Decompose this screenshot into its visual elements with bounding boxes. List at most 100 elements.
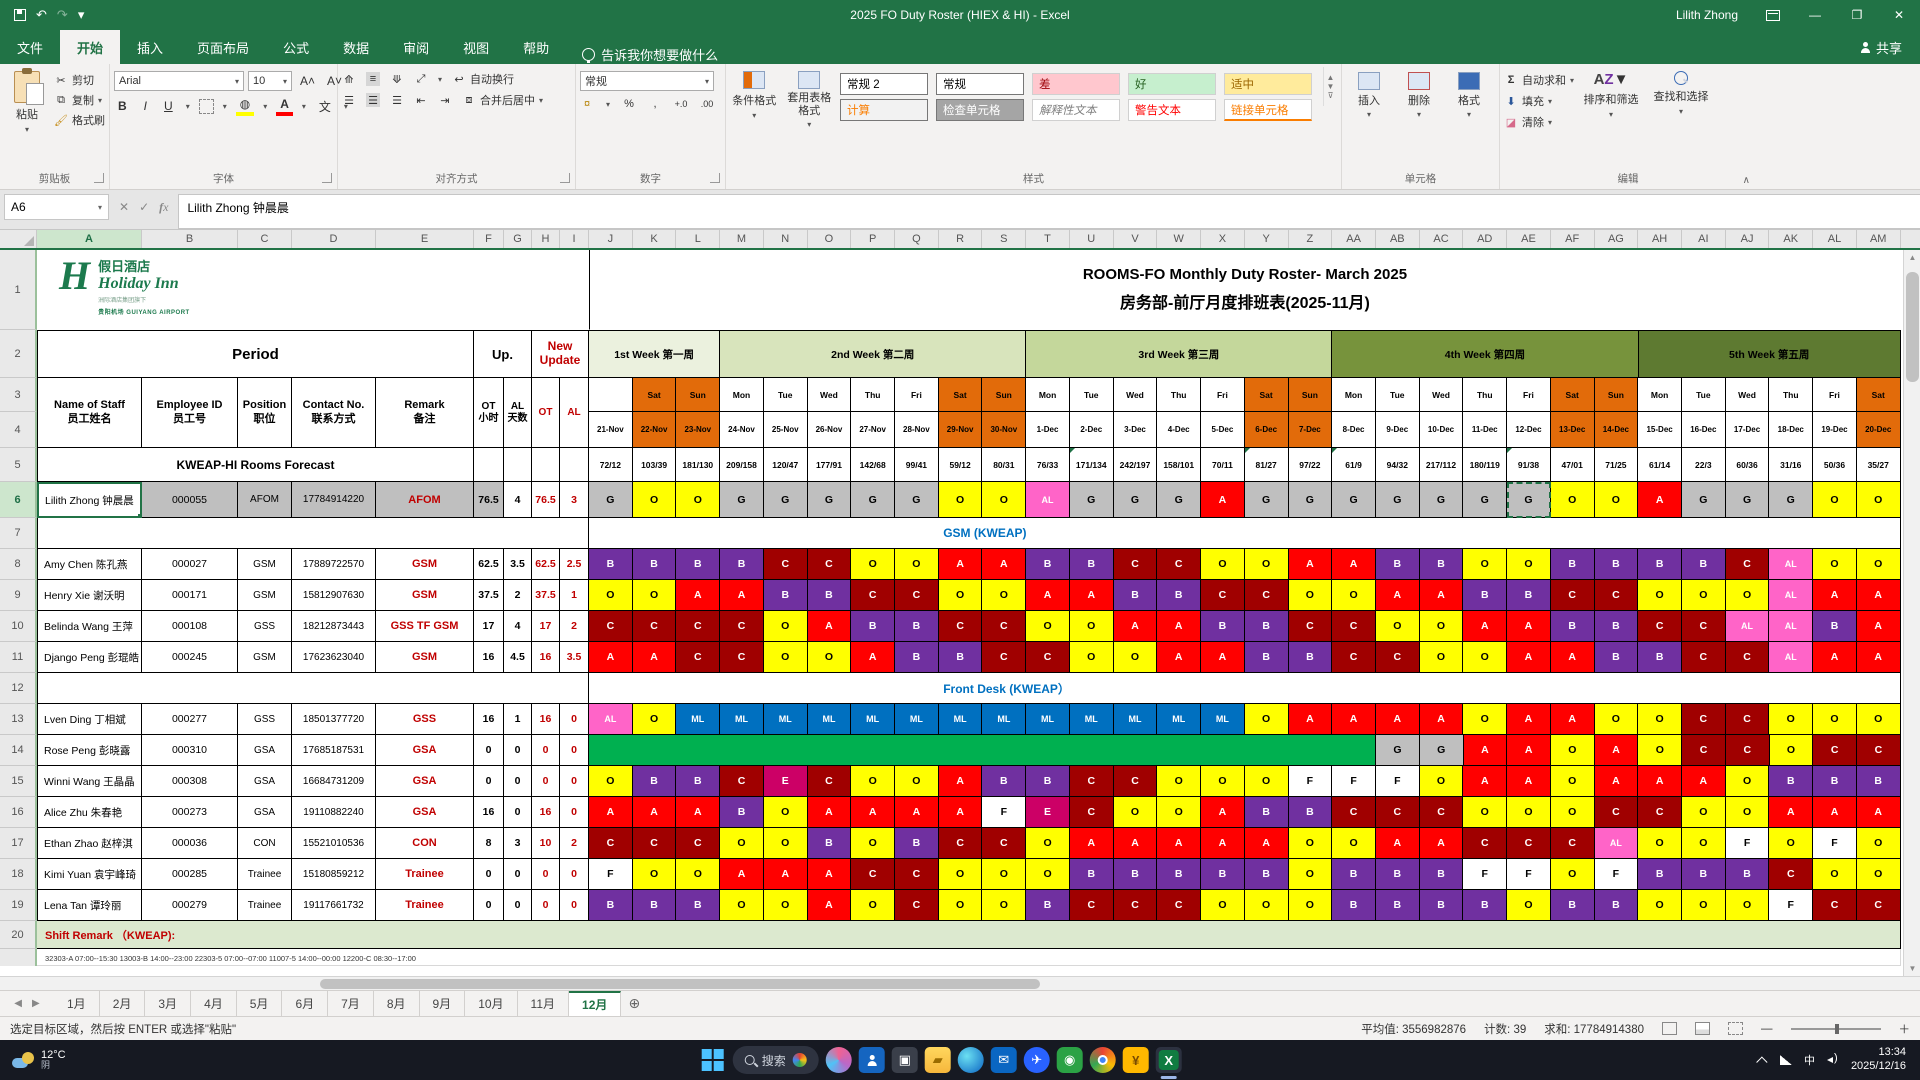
- shift-cell-6-5[interactable]: G: [763, 482, 808, 518]
- fill-color-icon[interactable]: ◍: [235, 96, 255, 116]
- italic-button[interactable]: I: [140, 98, 151, 114]
- contacts-app-icon[interactable]: [858, 1047, 885, 1073]
- shift-cell-11-20[interactable]: O: [1419, 642, 1464, 673]
- shift-cell-6-30[interactable]: O: [1856, 482, 1901, 518]
- shift-cell-15-19[interactable]: F: [1375, 766, 1420, 797]
- cancel-icon[interactable]: ✕: [119, 200, 129, 214]
- shift-cell-9-12[interactable]: A: [1069, 580, 1114, 611]
- horizontal-scrollbar[interactable]: [0, 976, 1920, 990]
- shift-cell-18-28[interactable]: C: [1769, 859, 1814, 890]
- shift-cell-8-4[interactable]: B: [720, 549, 764, 580]
- shift-cell-9-28[interactable]: AL: [1769, 580, 1814, 611]
- shift-cell-17-15[interactable]: A: [1201, 828, 1245, 859]
- employee-name[interactable]: Henry Xie 谢沃明: [37, 580, 142, 611]
- shift-cell-13-23[interactable]: A: [1550, 704, 1595, 735]
- shift-cell-11-13[interactable]: O: [1113, 642, 1158, 673]
- sheet-tab-4月[interactable]: 4月: [191, 991, 237, 1016]
- edge-icon[interactable]: [957, 1047, 984, 1073]
- shift-cell-18-13[interactable]: B: [1113, 859, 1158, 890]
- column-header-AB[interactable]: AB: [1376, 230, 1420, 248]
- column-header-A[interactable]: A: [37, 230, 142, 248]
- shift-cell-19-27[interactable]: O: [1725, 890, 1770, 921]
- shift-cell-9-10[interactable]: O: [982, 580, 1027, 611]
- shift-cell-11-2[interactable]: A: [632, 642, 677, 673]
- shift-cell-18-8[interactable]: C: [895, 859, 939, 890]
- shift-cell-16-25[interactable]: C: [1638, 797, 1682, 828]
- cell-style-解释性文本[interactable]: 解释性文本: [1032, 99, 1121, 121]
- cell-style-好[interactable]: 好: [1128, 73, 1217, 95]
- shift-cell-8-20[interactable]: B: [1419, 549, 1464, 580]
- column-header-Y[interactable]: Y: [1245, 230, 1289, 248]
- shift-cell-15-22[interactable]: A: [1507, 766, 1551, 797]
- row-header-17[interactable]: 17: [0, 828, 37, 859]
- cut-button[interactable]: ✂ 剪切: [54, 72, 105, 88]
- shift-cell-8-13[interactable]: C: [1113, 549, 1158, 580]
- shift-cell-16-21[interactable]: O: [1463, 797, 1508, 828]
- shift-cell-10-3[interactable]: C: [676, 611, 721, 642]
- row-header-4[interactable]: 4: [0, 412, 37, 448]
- cell-style-常规[interactable]: 常规: [936, 73, 1025, 95]
- mail-app-icon[interactable]: ✉: [990, 1047, 1017, 1073]
- column-header-Q[interactable]: Q: [895, 230, 939, 248]
- alignment-launcher-icon[interactable]: [560, 173, 570, 183]
- weather-widget[interactable]: 12°C 阴: [0, 1049, 230, 1071]
- shift-cell-16-2[interactable]: A: [632, 797, 677, 828]
- shift-cell-15-24[interactable]: A: [1594, 766, 1639, 797]
- shift-cell-6-27[interactable]: G: [1725, 482, 1770, 518]
- shift-cell-8-8[interactable]: O: [895, 549, 939, 580]
- column-header-O[interactable]: O: [808, 230, 852, 248]
- shift-cell-11-9[interactable]: B: [938, 642, 983, 673]
- collapse-ribbon-icon[interactable]: ∧: [1743, 175, 1750, 186]
- employee-name[interactable]: Alice Zhu 朱春艳: [37, 797, 142, 828]
- shift-cell-14-24[interactable]: A: [1594, 735, 1639, 766]
- shift-cell-9-27[interactable]: O: [1725, 580, 1770, 611]
- shift-cell-6-16[interactable]: G: [1244, 482, 1289, 518]
- shift-cell-13-11[interactable]: ML: [1026, 704, 1070, 735]
- shift-cell-13-4[interactable]: ML: [720, 704, 764, 735]
- shift-cell-6-8[interactable]: G: [895, 482, 939, 518]
- paste-button[interactable]: 粘贴 ▾: [4, 67, 50, 134]
- shift-cell-9-19[interactable]: A: [1375, 580, 1420, 611]
- shift-cell-15-15[interactable]: O: [1201, 766, 1245, 797]
- sheet-tab-1月[interactable]: 1月: [54, 991, 100, 1016]
- column-header-AF[interactable]: AF: [1551, 230, 1595, 248]
- shift-cell-10-15[interactable]: B: [1201, 611, 1245, 642]
- shift-cell-13-6[interactable]: ML: [807, 704, 852, 735]
- column-header-C[interactable]: C: [238, 230, 292, 248]
- shift-cell-15-3[interactable]: B: [676, 766, 721, 797]
- shift-cell-10-10[interactable]: C: [982, 611, 1027, 642]
- shift-cell-19-21[interactable]: B: [1463, 890, 1508, 921]
- employee-name[interactable]: Belinda Wang 王萍: [37, 611, 142, 642]
- shift-cell-8-16[interactable]: O: [1244, 549, 1289, 580]
- shift-cell-9-2[interactable]: O: [632, 580, 677, 611]
- ribbon-display-options-icon[interactable]: [1752, 0, 1794, 30]
- formula-input[interactable]: Lilith Zhong 钟晨晨: [178, 194, 1920, 229]
- shift-cell-17-10[interactable]: C: [982, 828, 1027, 859]
- shift-cell-10-13[interactable]: A: [1113, 611, 1158, 642]
- shift-cell-18-4[interactable]: A: [720, 859, 764, 890]
- row-header-11[interactable]: 11: [0, 642, 37, 673]
- shift-cell-19-30[interactable]: C: [1856, 890, 1901, 921]
- employee-name[interactable]: Rose Peng 彭晓露: [37, 735, 142, 766]
- shift-cell-18-3[interactable]: O: [676, 859, 721, 890]
- shift-cell-13-8[interactable]: ML: [895, 704, 939, 735]
- shift-cell-19-25[interactable]: O: [1638, 890, 1682, 921]
- shift-cell-9-29[interactable]: A: [1813, 580, 1857, 611]
- shift-cell-8-18[interactable]: A: [1332, 549, 1376, 580]
- shift-cell-15-28[interactable]: B: [1769, 766, 1814, 797]
- shift-cell-10-28[interactable]: AL: [1769, 611, 1814, 642]
- shift-cell-8-23[interactable]: B: [1550, 549, 1595, 580]
- column-header-AA[interactable]: AA: [1332, 230, 1376, 248]
- shift-cell-17-21[interactable]: C: [1463, 828, 1508, 859]
- shift-cell-19-6[interactable]: A: [807, 890, 852, 921]
- shift-cell-15-17[interactable]: F: [1288, 766, 1333, 797]
- minimize-button[interactable]: —: [1794, 0, 1836, 30]
- shift-cell-6-21[interactable]: G: [1463, 482, 1508, 518]
- shift-cell-18-9[interactable]: O: [938, 859, 983, 890]
- decrease-indent-icon[interactable]: ⇤: [414, 93, 428, 107]
- shift-cell-14-29[interactable]: C: [1813, 735, 1858, 766]
- shift-cell-6-4[interactable]: G: [720, 482, 764, 518]
- shift-cell-16-6[interactable]: A: [807, 797, 852, 828]
- orientation-icon[interactable]: ⤢: [414, 72, 428, 86]
- shift-cell-15-9[interactable]: A: [938, 766, 983, 797]
